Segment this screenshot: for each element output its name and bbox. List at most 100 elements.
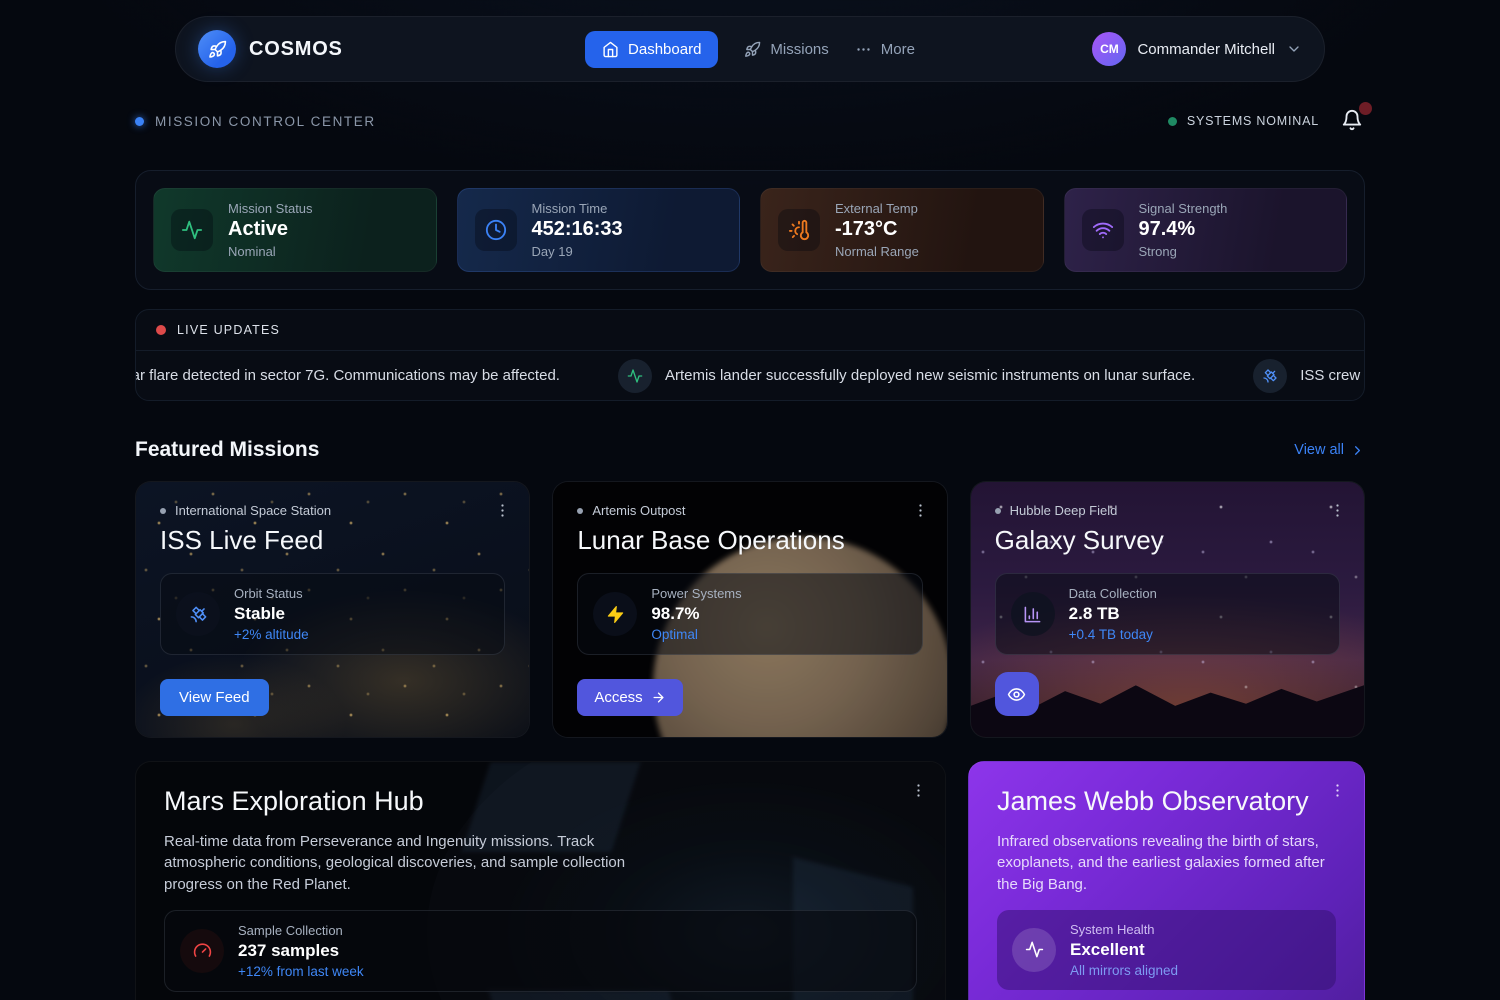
brand-name: COSMOS [249,38,343,61]
ticker-item: Solar flare detected in sector 7G. Commu… [136,367,560,384]
nav-item-dashboard[interactable]: Dashboard [585,31,718,68]
stat-value: -173°C [835,218,919,241]
stat-sub: +0.4 TB today [1069,627,1157,642]
mission-title: ISS Live Feed [160,525,505,556]
more-vertical-icon[interactable] [1325,498,1350,523]
live-updates-panel: LIVE UPDATES Solar flare detected in sec… [135,309,1365,401]
stat-label: System Health [1070,922,1178,937]
stats-panel: Mission Status Active Nominal Mission Ti… [135,170,1365,290]
satellite-icon [1253,359,1287,393]
bar-chart-icon [1011,592,1055,636]
rocket-logo-icon [198,30,236,68]
stat-label: Mission Status [228,201,313,216]
stat-sub: Day 19 [532,244,623,259]
red-live-dot [156,325,166,335]
mission-stat-box: Data Collection 2.8 TB +0.4 TB today [995,573,1340,655]
featured-missions-title: Featured Missions [135,438,319,462]
tag-dot [995,508,1001,514]
stat-sub: +2% altitude [234,627,309,642]
stat-card-mission-status: Mission Status Active Nominal [153,188,437,272]
mission-stat-box: Power Systems 98.7% Optimal [577,573,922,655]
mission-control-label: MISSION CONTROL CENTER [135,114,376,129]
stat-label: Signal Strength [1139,201,1228,216]
gauge-icon [180,929,224,973]
clock-icon [475,209,517,251]
stat-sub: Strong [1139,244,1228,259]
stat-card-mission-time: Mission Time 452:16:33 Day 19 [457,188,741,272]
wifi-icon [1082,209,1124,251]
mission-title: Lunar Base Operations [577,525,922,556]
mission-tag: International Space Station [175,503,331,518]
card-description: Infrared observations revealing the birt… [997,831,1336,895]
stat-card-external-temp: External Temp -173°C Normal Range [760,188,1044,272]
stat-value: 97.4% [1139,218,1228,241]
stat-sub: All mirrors aligned [1070,963,1178,978]
mission-card-iss[interactable]: International Space Station ISS Live Fee… [135,481,530,738]
stat-value: Active [228,218,313,241]
stat-sub: Nominal [228,244,313,259]
avatar: CM [1092,32,1126,66]
mission-tag: Artemis Outpost [592,503,685,518]
stat-label: Sample Collection [238,923,364,938]
systems-status-label: SYSTEMS NOMINAL [1187,114,1319,128]
mars-exploration-card[interactable]: Mars Exploration Hub Real-time data from… [135,761,946,1000]
stat-value: Excellent [1070,940,1178,960]
ticker-item: Artemis lander successfully deployed new… [618,359,1195,393]
card-stat-box: Sample Collection 237 samples +12% from … [164,910,917,992]
ticker-text: Solar flare detected in sector 7G. Commu… [136,367,560,384]
mission-tag: Hubble Deep Field [1010,503,1118,518]
arrow-right-icon [651,690,666,705]
live-updates-title: LIVE UPDATES [177,323,280,337]
more-vertical-icon[interactable] [908,498,933,523]
nav-item-more[interactable]: More [855,41,915,58]
user-name: Commander Mitchell [1137,41,1275,58]
home-icon [602,41,619,58]
nav-item-missions[interactable]: Missions [744,41,828,58]
nav-item-label: Missions [770,41,828,58]
more-vertical-icon[interactable] [490,498,515,523]
tag-dot [160,508,166,514]
stat-label: Orbit Status [234,586,309,601]
user-menu[interactable]: CM Commander Mitchell [915,32,1302,66]
eye-icon [1007,685,1026,704]
view-all-link[interactable]: View all [1294,442,1365,458]
page-title: MISSION CONTROL CENTER [155,114,376,129]
card-title: Mars Exploration Hub [164,786,917,817]
mission-card-galaxy[interactable]: Hubble Deep Field Galaxy Survey Data Col… [970,481,1365,738]
stat-sub: Normal Range [835,244,919,259]
stat-value: 2.8 TB [1069,604,1157,624]
card-title: James Webb Observatory [997,786,1336,817]
stat-value: 98.7% [651,604,741,624]
chevron-down-icon [1286,41,1302,57]
notifications-button[interactable] [1341,109,1365,133]
brand: COSMOS [198,30,585,68]
satellite-icon [176,592,220,636]
mission-card-lunar[interactable]: Artemis Outpost Lunar Base Operations Po… [552,481,947,738]
activity-icon [618,359,652,393]
green-status-dot [1168,117,1177,126]
zap-icon [593,592,637,636]
stat-value: 237 samples [238,941,364,961]
ellipsis-icon [855,41,872,58]
stat-label: External Temp [835,201,919,216]
thermometer-sun-icon [778,209,820,251]
james-webb-card[interactable]: James Webb Observatory Infrared observat… [968,761,1365,1000]
stat-label: Mission Time [532,201,623,216]
stat-label: Data Collection [1069,586,1157,601]
top-navbar: COSMOS Dashboard Missions More CM Comman… [175,16,1325,82]
view-feed-button[interactable]: View Feed [160,679,269,716]
activity-icon [171,209,213,251]
notification-badge [1359,102,1372,115]
view-button-eye[interactable] [995,672,1039,716]
stat-sub: Optimal [651,627,741,642]
ticker-text: ISS crew completes critical EVA repairs … [1300,367,1364,384]
stat-value: Stable [234,604,309,624]
card-description: Real-time data from Perseverance and Ing… [164,831,629,895]
access-button[interactable]: Access [577,679,682,716]
blue-status-dot [135,117,144,126]
tag-dot [577,508,583,514]
more-vertical-icon[interactable] [1325,778,1350,803]
chevron-right-icon [1350,443,1365,458]
more-vertical-icon[interactable] [906,778,931,803]
mission-title: Galaxy Survey [995,525,1340,556]
